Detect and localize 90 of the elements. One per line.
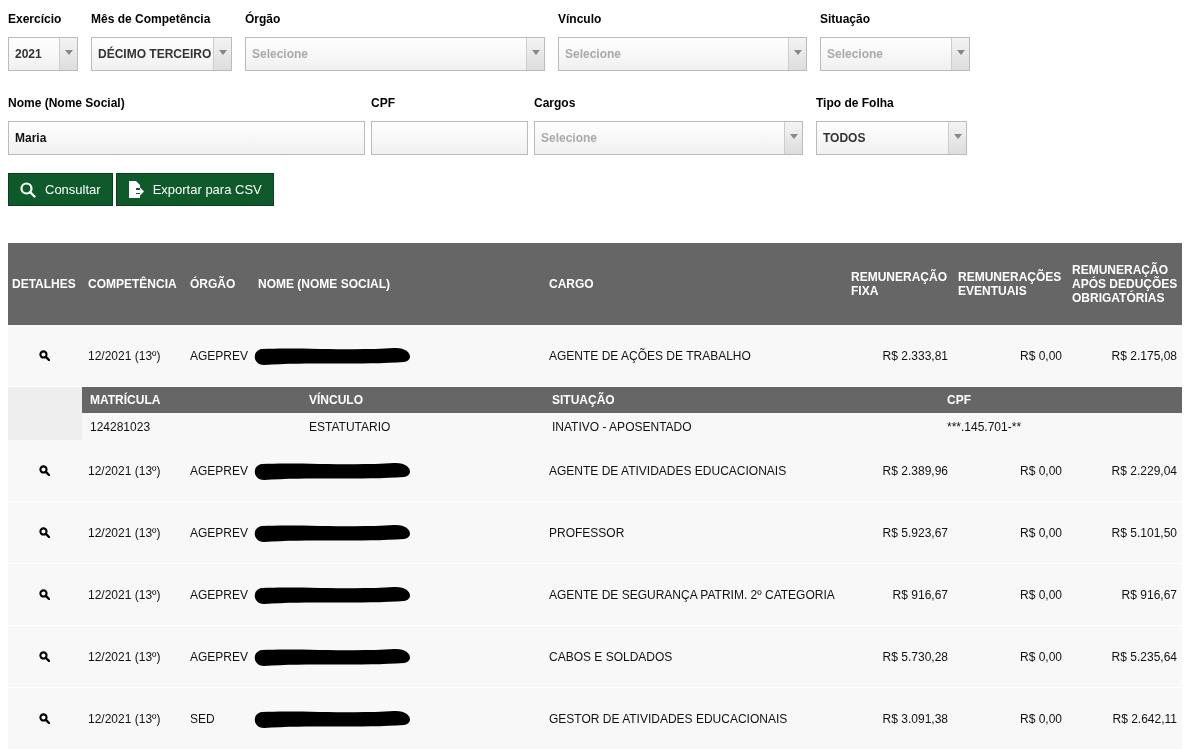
table-cell-text: 12/2021 (13º) xyxy=(87,347,162,365)
field-label: Situação xyxy=(820,11,871,28)
caret-icon xyxy=(793,50,802,55)
table-cell-text: R$ 916,67 xyxy=(1120,586,1178,604)
table-cell-text: R$ 2.175,08 xyxy=(1110,347,1178,365)
field-label: Mês de Competência xyxy=(91,11,212,28)
detail-header: MATRÍCULA xyxy=(89,391,162,409)
select-field[interactable]: 2021 xyxy=(8,37,78,71)
table-cell-text: R$ 2.642,11 xyxy=(1111,710,1178,728)
caret-icon xyxy=(953,134,962,139)
select-field[interactable]: DÉCIMO TERCEIRO xyxy=(91,37,232,71)
table-cell-text: R$ 0,00 xyxy=(1018,347,1063,365)
table-cell-text: R$ 0,00 xyxy=(1018,648,1063,666)
table-cell-text: AGENTE DE SEGURANÇA PATRIM. 2º CATEGORIA xyxy=(548,586,836,604)
table-cell-text: R$ 0,00 xyxy=(1018,710,1063,728)
export-button[interactable]: Exportar para CSV xyxy=(115,173,274,206)
table-cell-text: AGEPREV xyxy=(189,586,250,604)
field-label: Vínculo xyxy=(558,11,603,28)
search-icon[interactable] xyxy=(38,350,50,361)
table-cell-text: AGEPREV xyxy=(189,347,250,365)
file-export-icon xyxy=(127,181,144,198)
caret-icon xyxy=(956,50,965,55)
table-cell-text: AGENTE DE ATIVIDADES EDUCACIONAIS xyxy=(548,462,788,480)
table-cell-text: R$ 5.101,50 xyxy=(1110,524,1178,542)
field-label: Órgão xyxy=(245,10,282,28)
table-cell-text: R$ 0,00 xyxy=(1018,462,1063,480)
table-cell-text: 12/2021 (13º) xyxy=(87,462,162,480)
table-cell-text: PROFESSOR xyxy=(548,524,626,542)
caret-icon xyxy=(789,134,798,139)
caret-icon xyxy=(64,50,73,55)
field-label: Nome (Nome Social) xyxy=(8,95,126,112)
field-label: Cargos xyxy=(534,95,577,112)
column-header: ÓRGÃO xyxy=(189,277,237,291)
table-cell-text: AGEPREV xyxy=(189,648,250,666)
table-cell-text: R$ 2.389,96 xyxy=(881,462,949,480)
select-value: TODOS xyxy=(823,130,866,147)
column-header: NOME (NOME SOCIAL) xyxy=(257,277,391,291)
search-icon[interactable] xyxy=(38,589,50,600)
column-header: COMPETÊNCIA xyxy=(87,277,178,291)
detail-header: VÍNCULO xyxy=(308,391,364,409)
table-cell-text: SED xyxy=(189,710,216,728)
table-cell-text: INATIVO - APOSENTADO xyxy=(551,418,693,436)
search-icon[interactable] xyxy=(38,651,50,662)
field-label: Tipo de Folha xyxy=(816,95,895,112)
select-field[interactable]: TODOS xyxy=(816,121,967,155)
table-cell-text: R$ 5.235,64 xyxy=(1110,648,1178,666)
table-cell-text: CABOS E SOLDADOS xyxy=(548,648,674,666)
column-header: DETALHES xyxy=(11,277,77,291)
search-icon xyxy=(20,181,36,198)
table-cell-text: R$ 3.091,38 xyxy=(881,710,949,728)
table-cell-text: ESTATUTARIO xyxy=(308,418,392,436)
input-field[interactable] xyxy=(371,121,528,155)
field-label: CPF xyxy=(371,95,396,112)
search-icon[interactable] xyxy=(38,527,50,538)
table-cell-text: R$ 916,67 xyxy=(891,586,949,604)
select-placeholder: Selecione xyxy=(541,130,598,147)
table-cell-text: AGENTE DE AÇÕES DE TRABALHO xyxy=(548,347,752,365)
select-placeholder: Selecione xyxy=(252,46,309,63)
table-cell-text: 12/2021 (13º) xyxy=(87,648,162,666)
column-header: REMUNERAÇÃO APÓS DEDUÇÕES OBRIGATÓRIAS xyxy=(1071,263,1179,305)
table-cell-text: 12/2021 (13º) xyxy=(87,710,162,728)
table-cell-text: ***.145.701-** xyxy=(946,418,1023,436)
table-cell-text: AGEPREV xyxy=(189,524,250,542)
column-header: REMUNERAÇÕES EVENTUAIS xyxy=(957,270,1063,298)
caret-icon xyxy=(218,50,227,55)
table-cell-text: R$ 2.229,04 xyxy=(1110,462,1178,480)
table-cell-text: 12/2021 (13º) xyxy=(87,586,162,604)
table-cell-text: 124281023 xyxy=(89,418,152,436)
select-value: DÉCIMO TERCEIRO xyxy=(98,45,212,63)
select-placeholder: Selecione xyxy=(565,46,622,63)
caret-icon xyxy=(531,50,540,55)
table-cell-text: R$ 2.333,81 xyxy=(881,347,949,365)
column-header: REMUNERAÇÃO FIXA xyxy=(850,270,948,298)
field-label: Exercício xyxy=(8,11,63,28)
search-button[interactable]: Consultar xyxy=(8,173,113,206)
table-cell-text: AGEPREV xyxy=(189,462,250,480)
select-placeholder: Selecione xyxy=(827,46,884,63)
table-cell-text: R$ 5.923,67 xyxy=(881,524,949,542)
table-cell-text: GESTOR DE ATIVIDADES EDUCACIONAIS xyxy=(548,710,789,728)
column-header: CARGO xyxy=(548,277,595,291)
detail-header: SITUAÇÃO xyxy=(551,391,616,409)
table-cell-text: 12/2021 (13º) xyxy=(87,524,162,542)
search-icon[interactable] xyxy=(38,713,50,724)
search-icon[interactable] xyxy=(38,465,50,476)
select-value: 2021 xyxy=(15,46,42,63)
table-cell-text: R$ 5.730,28 xyxy=(881,648,949,666)
table-cell-text: R$ 0,00 xyxy=(1018,524,1063,542)
table-cell-text: R$ 0,00 xyxy=(1018,586,1063,604)
input-field[interactable]: Maria xyxy=(8,121,365,155)
detail-header: CPF xyxy=(946,392,972,409)
